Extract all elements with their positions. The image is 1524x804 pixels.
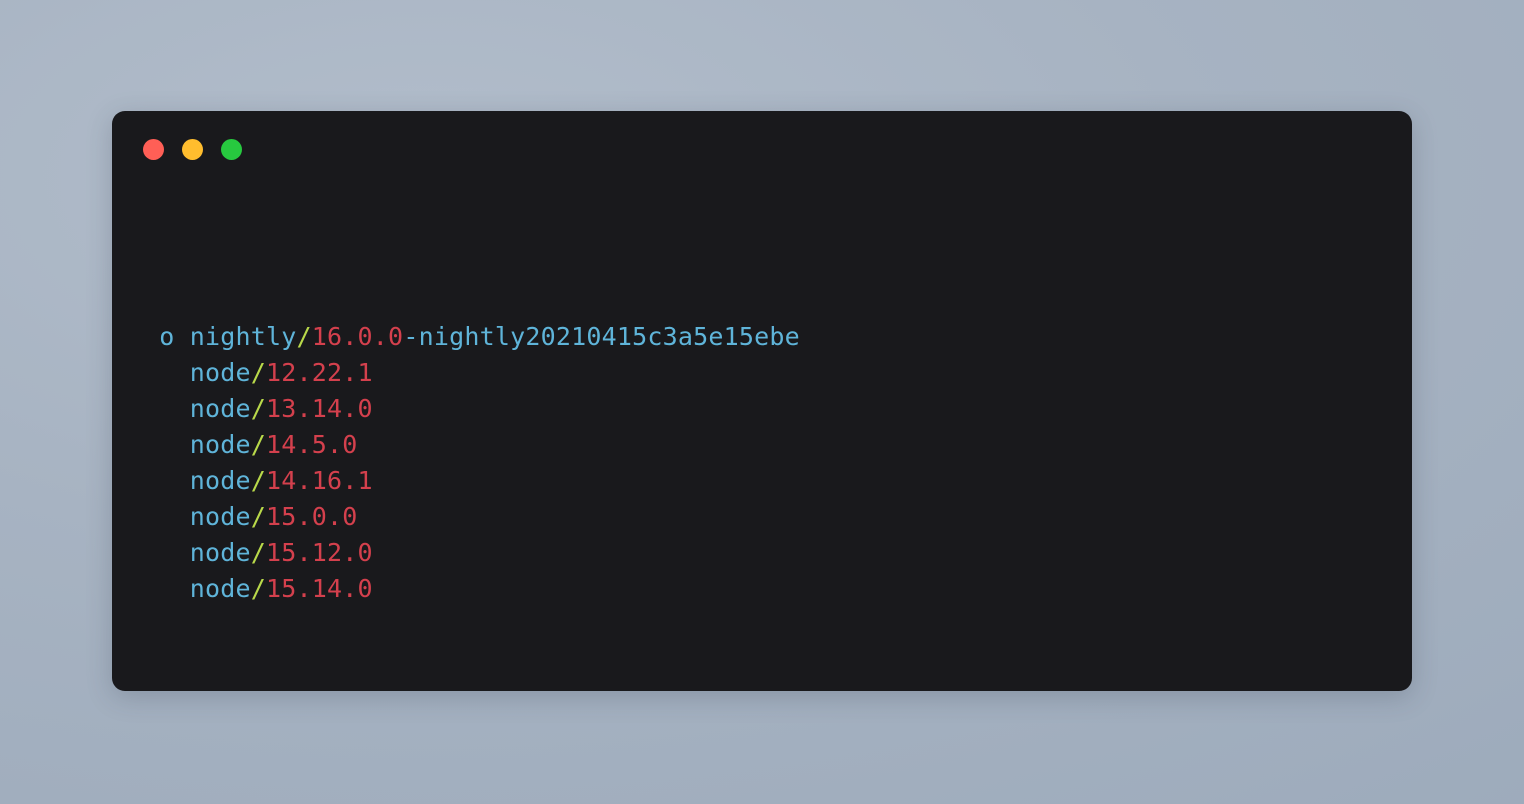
version-list[interactable]: o nightly/16.0.0-nightly20210415c3a5e15e…: [144, 319, 1380, 607]
minimize-button[interactable]: [182, 138, 203, 160]
version-list-item[interactable]: node/12.22.1: [144, 355, 1380, 391]
version-number: 14.16.1: [266, 466, 373, 495]
close-button[interactable]: [143, 138, 164, 160]
version-channel-label: node: [189, 574, 251, 603]
window-titlebar[interactable]: [112, 111, 1412, 187]
selection-marker-icon: [144, 430, 190, 459]
version-number: 15.12.0: [266, 538, 373, 567]
terminal-content: o nightly/16.0.0-nightly20210415c3a5e15e…: [112, 187, 1412, 691]
path-separator: /: [250, 466, 267, 495]
version-channel-label: node: [189, 358, 251, 387]
selection-marker-icon: [144, 538, 190, 567]
maximize-button[interactable]: [221, 138, 242, 160]
selection-marker-icon: [144, 358, 190, 387]
path-separator: /: [296, 322, 312, 351]
version-channel-label: node: [189, 394, 251, 423]
version-channel-label: node: [189, 538, 251, 567]
selection-marker-icon: [144, 502, 190, 531]
version-number: 16.0.0: [311, 322, 404, 351]
version-channel-label: node: [189, 430, 251, 459]
version-number: 15.0.0: [266, 502, 358, 531]
version-list-item[interactable]: node/15.12.0: [144, 535, 1380, 571]
version-number: 15.14.0: [266, 574, 373, 603]
version-channel-label: node: [189, 502, 251, 531]
selection-marker-icon: [144, 574, 190, 603]
path-separator: /: [250, 358, 267, 387]
path-separator: /: [250, 538, 267, 567]
version-list-item[interactable]: node/15.14.0: [144, 571, 1380, 607]
desktop-background: o nightly/16.0.0-nightly20210415c3a5e15e…: [0, 0, 1524, 804]
version-number: 13.14.0: [266, 394, 373, 423]
selection-marker-icon: [144, 466, 190, 495]
version-list-item[interactable]: node/15.0.0: [144, 499, 1380, 535]
path-separator: /: [250, 394, 267, 423]
version-list-item[interactable]: o nightly/16.0.0-nightly20210415c3a5e15e…: [144, 319, 1380, 355]
version-number: 14.5.0: [266, 430, 358, 459]
version-suffix: -nightly20210415c3a5e15ebe: [403, 322, 800, 351]
version-list-item[interactable]: node/14.5.0: [144, 427, 1380, 463]
version-list-item[interactable]: node/14.16.1: [144, 463, 1380, 499]
path-separator: /: [250, 502, 267, 531]
path-separator: /: [250, 430, 267, 459]
terminal-window: o nightly/16.0.0-nightly20210415c3a5e15e…: [112, 111, 1412, 691]
path-separator: /: [250, 574, 267, 603]
version-number: 12.22.1: [266, 358, 373, 387]
version-channel-label: node: [189, 466, 251, 495]
selection-marker-icon: o: [144, 322, 190, 351]
selection-marker-icon: [144, 394, 190, 423]
version-channel-label: nightly: [189, 322, 297, 351]
version-list-item[interactable]: node/13.14.0: [144, 391, 1380, 427]
